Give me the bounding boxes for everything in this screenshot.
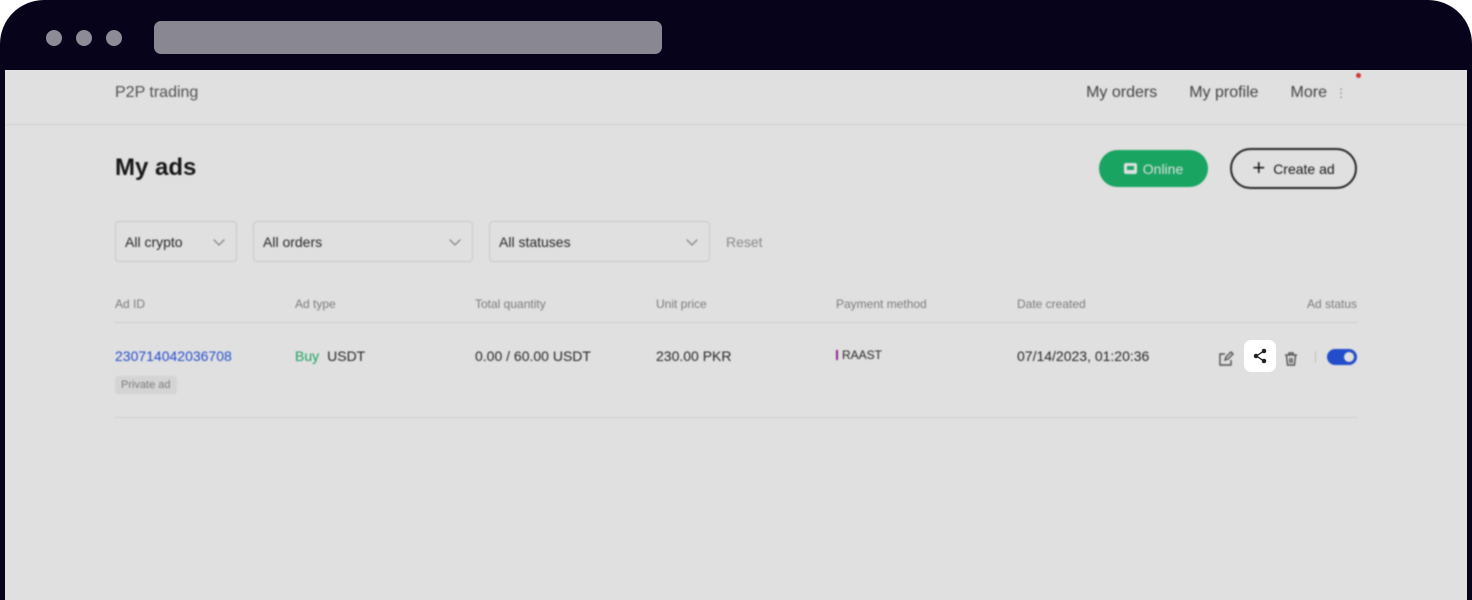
title-bar: [0, 0, 1472, 70]
share-icon: [1253, 348, 1267, 364]
share-ad-button[interactable]: [1244, 340, 1276, 372]
address-bar[interactable]: [154, 21, 662, 54]
window-control-close[interactable]: [46, 30, 62, 46]
window-control-minimize[interactable]: [76, 30, 92, 46]
page-viewport: P2P trading My orders My profile More ⋮ M…: [5, 70, 1467, 600]
dim-overlay: [5, 70, 1467, 600]
window-control-maximize[interactable]: [106, 30, 122, 46]
browser-window: P2P trading My orders My profile More ⋮ M…: [0, 0, 1472, 600]
